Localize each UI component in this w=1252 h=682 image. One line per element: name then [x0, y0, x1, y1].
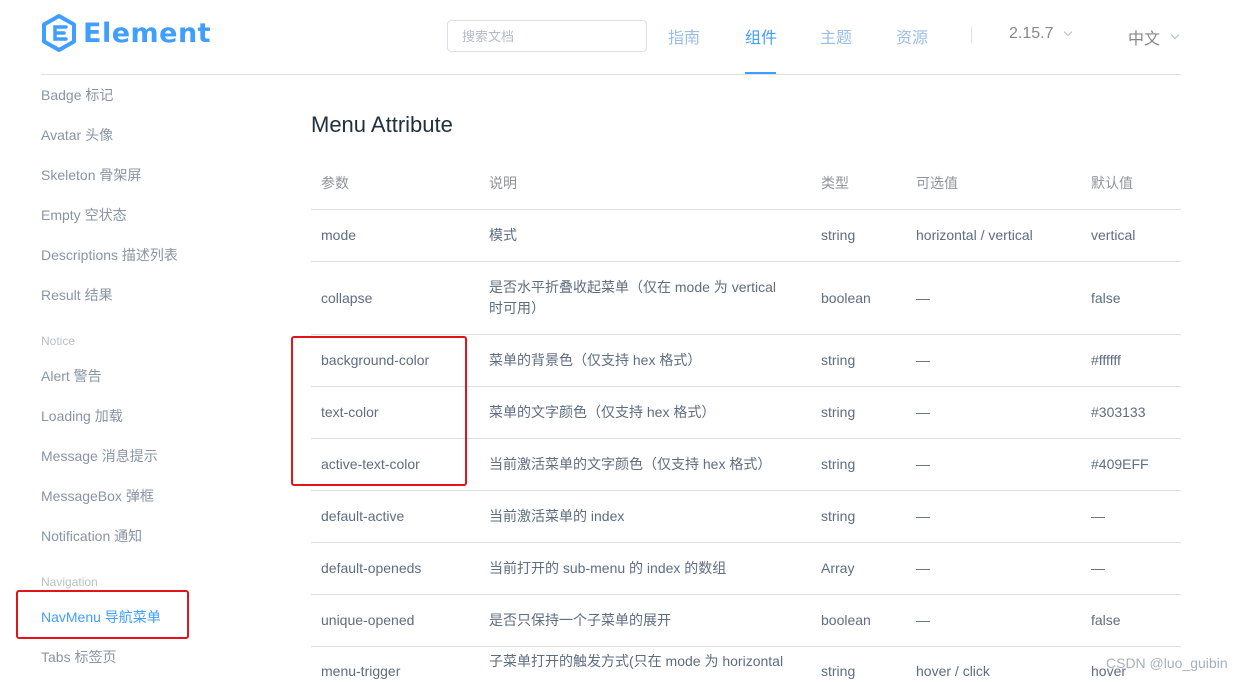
- table-cell: mode: [321, 227, 357, 243]
- chevron-down-icon: [1064, 27, 1073, 37]
- search-input[interactable]: [447, 20, 647, 52]
- table-cell: unique-opened: [321, 612, 415, 628]
- table-header-cell: 默认值: [1091, 174, 1133, 191]
- table-cell: hover / click: [916, 663, 990, 679]
- sidebar-group-notice: Notice: [41, 334, 76, 348]
- table-cell: string: [821, 404, 856, 420]
- table-cell: string: [821, 508, 856, 524]
- table-cell: —: [1091, 508, 1105, 524]
- table-cell: 是否水平折叠收起菜单（仅在 mode 为 vertical 时可用）: [489, 279, 777, 316]
- table-cell: —: [1091, 560, 1105, 576]
- table-row: default-openeds 当前打开的 sub-menu 的 index 的…: [311, 543, 1181, 595]
- sidebar-item-message[interactable]: Message 消息提示: [41, 446, 158, 466]
- sidebar-item-empty[interactable]: Empty 空状态: [41, 205, 127, 225]
- table-cell: background-color: [321, 352, 430, 368]
- table-cell: false: [1091, 612, 1121, 628]
- table-row: text-color 菜单的文字颜色（仅支持 hex 格式） string — …: [311, 387, 1181, 439]
- table-row: collapse 是否水平折叠收起菜单（仅在 mode 为 vertical 时…: [311, 262, 1181, 335]
- sidebar-nav: Badge 标记 Avatar 头像 Skeleton 骨架屏 Empty 空状…: [41, 75, 261, 682]
- sidebar-item-tabs[interactable]: Tabs 标签页: [41, 647, 116, 667]
- table-cell: vertical: [1091, 227, 1136, 243]
- table-cell: menu-trigger: [321, 663, 401, 679]
- table-cell: string: [821, 456, 856, 472]
- top-header: Element 指南 组件 主题 资源 2.15.7 中文: [0, 0, 1252, 75]
- sidebar-item-avatar[interactable]: Avatar 头像: [41, 125, 113, 145]
- nav-resource[interactable]: 资源: [896, 24, 928, 48]
- sidebar-item-messagebox[interactable]: MessageBox 弹框: [41, 486, 154, 506]
- sidebar-item-alert[interactable]: Alert 警告: [41, 366, 102, 386]
- table-cell: —: [916, 508, 930, 524]
- table-cell: boolean: [821, 289, 871, 306]
- table-cell: active-text-color: [321, 456, 420, 472]
- language-label: 中文: [1128, 31, 1161, 48]
- table-cell: —: [916, 560, 930, 576]
- table-cell: horizontal / vertical: [916, 227, 1033, 243]
- table-cell: collapse: [321, 289, 373, 306]
- table-cell: 菜单的背景色（仅支持 hex 格式）: [489, 352, 702, 368]
- element-logo-icon: [42, 14, 76, 52]
- element-logo[interactable]: Element: [41, 14, 211, 52]
- section-title: Menu Attribute: [311, 112, 453, 137]
- table-cell: —: [916, 404, 930, 420]
- table-cell: text-color: [321, 404, 379, 420]
- table-row: mode 模式 string horizontal / vertical ver…: [311, 210, 1181, 262]
- nav-guide[interactable]: 指南: [668, 24, 700, 48]
- nav-theme[interactable]: 主题: [820, 24, 852, 48]
- table-row: unique-opened 是否只保持一个子菜单的展开 boolean — fa…: [311, 595, 1181, 647]
- table-cell: string: [821, 227, 856, 243]
- table-cell: —: [916, 289, 930, 306]
- table-row: menu-trigger 子菜单打开的触发方式(只在 mode 为 horizo…: [311, 647, 1181, 682]
- table-cell: —: [916, 612, 930, 628]
- table-row: background-color 菜单的背景色（仅支持 hex 格式） stri…: [311, 335, 1181, 387]
- sidebar-item-navmenu[interactable]: NavMenu 导航菜单: [41, 607, 161, 627]
- table-cell: 当前打开的 sub-menu 的 index 的数组: [489, 560, 727, 576]
- sidebar-item-notification[interactable]: Notification 通知: [41, 526, 142, 546]
- table-cell: 当前激活菜单的文字颜色（仅支持 hex 格式）: [489, 456, 772, 472]
- table-cell: Array: [821, 560, 855, 576]
- table-cell: #409EFF: [1091, 456, 1149, 472]
- table-header-cell: 可选值: [916, 174, 958, 191]
- table-row: active-text-color 当前激活菜单的文字颜色（仅支持 hex 格式…: [311, 439, 1181, 491]
- table-cell: 是否只保持一个子菜单的展开: [489, 612, 671, 628]
- table-cell: 菜单的文字颜色（仅支持 hex 格式）: [489, 404, 716, 420]
- table-header-cell: 参数: [321, 174, 349, 191]
- table-cell: 当前激活菜单的 index: [489, 508, 625, 524]
- logo-text: Element: [83, 17, 212, 49]
- table-cell: 模式: [489, 227, 517, 243]
- table-cell: default-openeds: [321, 560, 422, 576]
- table-cell: string: [821, 352, 856, 368]
- table-cell: #ffffff: [1091, 352, 1121, 368]
- sidebar-item-skeleton[interactable]: Skeleton 骨架屏: [41, 165, 141, 185]
- sidebar-item-badge[interactable]: Badge 标记: [41, 85, 113, 105]
- version-dropdown[interactable]: 2.15.7: [1009, 25, 1073, 43]
- table-cell: —: [916, 456, 930, 472]
- nav-component[interactable]: 组件: [745, 24, 777, 48]
- table-cell: false: [1091, 289, 1121, 306]
- watermark: CSDN @luo_guibin: [1106, 655, 1228, 671]
- table-row: default-active 当前激活菜单的 index string — —: [311, 491, 1181, 543]
- language-dropdown[interactable]: 中文: [1128, 25, 1180, 49]
- chevron-down-icon: [1170, 30, 1180, 40]
- table-cell: string: [821, 663, 856, 679]
- table-cell: —: [916, 352, 930, 368]
- table-cell: default-active: [321, 508, 405, 524]
- table-header-cell: 类型: [821, 174, 849, 191]
- table-cell: #303133: [1091, 404, 1146, 420]
- sidebar-item-result[interactable]: Result 结果: [41, 285, 113, 305]
- version-label: 2.15.7: [1009, 25, 1054, 42]
- sidebar-group-navigation: Navigation: [41, 575, 98, 589]
- table-header-row: 参数 说明 类型 可选值 默认值: [311, 157, 1181, 210]
- table-cell: boolean: [821, 612, 871, 628]
- sidebar-item-descriptions[interactable]: Descriptions 描述列表: [41, 245, 178, 265]
- table-cell: 子菜单打开的触发方式(只在 mode 为 horizontal: [489, 653, 784, 669]
- nav-divider: [971, 27, 972, 43]
- sidebar-item-loading[interactable]: Loading 加载: [41, 406, 123, 426]
- table-header-cell: 说明: [489, 174, 517, 191]
